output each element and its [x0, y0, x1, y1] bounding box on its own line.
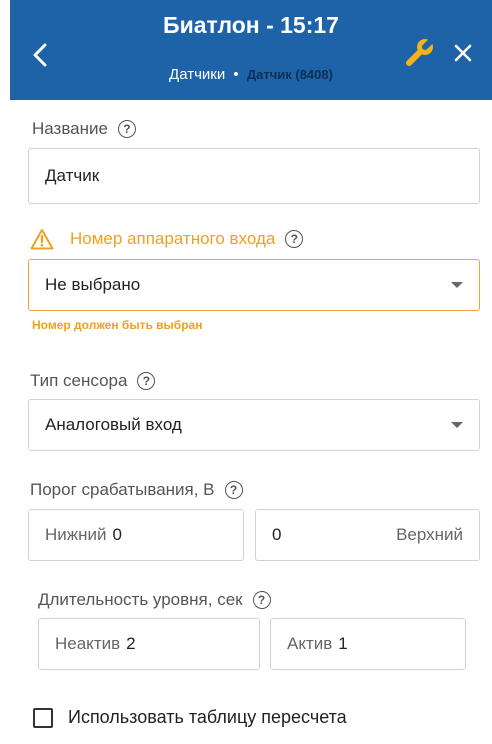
threshold-lower-label: Нижний [45, 525, 107, 544]
help-icon[interactable]: ? [137, 372, 156, 390]
help-icon[interactable]: ? [117, 120, 136, 138]
inactive-duration-value: 2 [126, 634, 136, 653]
active-duration-input[interactable]: Актив 1 [270, 618, 466, 670]
level-duration-label: Длительность уровня, сек [38, 590, 243, 609]
inactive-duration-label: Неактив [55, 634, 121, 653]
warning-icon [30, 229, 54, 250]
hardware-input-value: Не выбрано [45, 275, 141, 294]
level-duration-label-row: Длительность уровня, сек ? [38, 590, 271, 610]
wrench-icon [406, 36, 436, 66]
name-input[interactable]: Датчик [28, 148, 480, 204]
sensor-type-value: Аналоговый вход [45, 415, 182, 434]
chevron-down-icon [451, 282, 463, 288]
threshold-upper-value: 0 [272, 525, 282, 544]
threshold-label-row: Порог срабатывания, В ? [30, 480, 243, 500]
active-duration-value: 1 [338, 634, 348, 653]
help-icon[interactable]: ? [252, 591, 271, 609]
name-label-row: Название ? [32, 119, 136, 139]
sensor-type-label-row: Тип сенсора ? [30, 371, 156, 391]
breadcrumb-section[interactable]: Датчики [169, 66, 225, 83]
name-label: Название [32, 119, 108, 138]
chevron-left-icon [33, 43, 47, 67]
inactive-duration-input[interactable]: Неактив 2 [38, 618, 260, 670]
threshold-upper-input[interactable]: 0 Верхний [255, 509, 480, 561]
close-button[interactable] [450, 40, 476, 66]
name-input-value: Датчик [45, 166, 100, 185]
active-duration-label: Актив [287, 634, 333, 653]
recalc-table-label[interactable]: Использовать таблицу пересчета [68, 707, 347, 728]
page-title: Биатлон - 15:17 [163, 12, 339, 38]
hardware-input-select[interactable]: Не выбрано [28, 259, 480, 311]
sensor-type-label: Тип сенсора [30, 371, 128, 390]
chevron-down-icon [451, 422, 463, 428]
hardware-input-label: Номер аппаратного входа [70, 229, 276, 248]
help-icon[interactable]: ? [224, 481, 243, 499]
threshold-label: Порог срабатывания, В [30, 480, 215, 499]
recalc-table-checkbox[interactable] [33, 708, 53, 728]
threshold-lower-input[interactable]: Нижний 0 [28, 509, 244, 561]
threshold-lower-value: 0 [112, 525, 122, 544]
header-bar: Биатлон - 15:17 Датчики • Датчик (8408) [10, 0, 492, 100]
breadcrumb-separator: • [233, 66, 239, 83]
sensor-type-select[interactable]: Аналоговый вход [28, 399, 480, 451]
settings-button[interactable] [403, 36, 437, 70]
hardware-input-error: Номер должен быть выбран [32, 318, 203, 332]
close-icon [454, 44, 472, 62]
help-icon[interactable]: ? [285, 230, 304, 248]
breadcrumb-current: Датчик (8408) [246, 67, 333, 82]
threshold-upper-label: Верхний [396, 525, 463, 544]
hardware-input-label-row: Номер аппаратного входа ? [30, 228, 304, 250]
